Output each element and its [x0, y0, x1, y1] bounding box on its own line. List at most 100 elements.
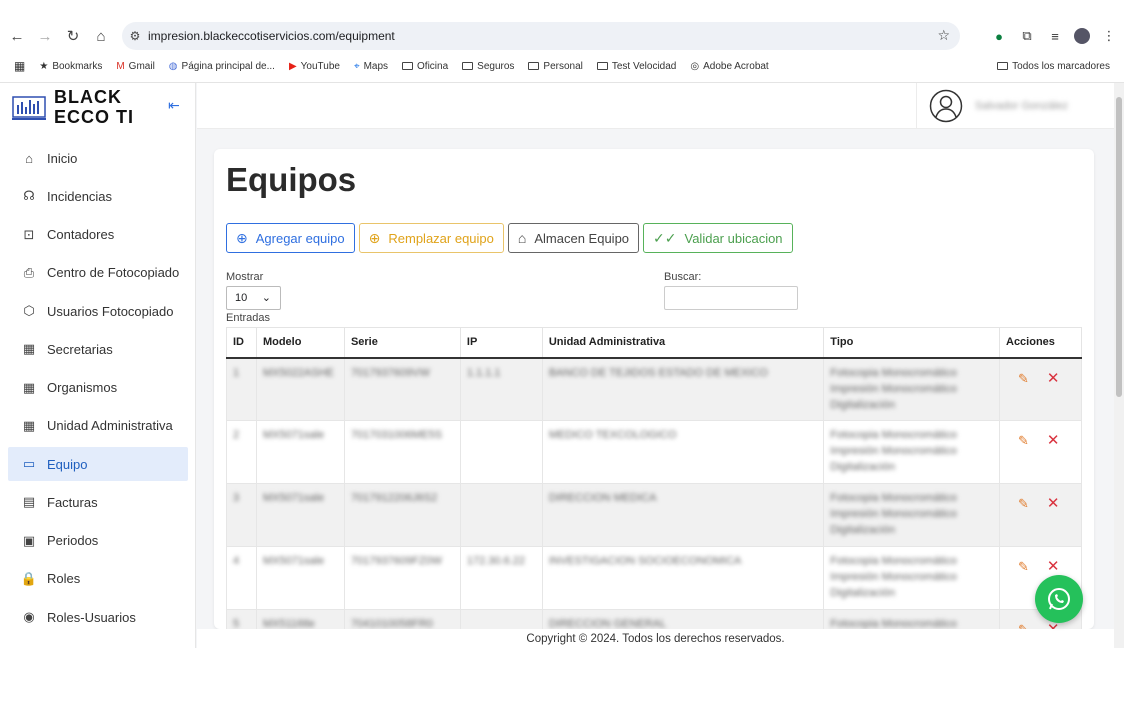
site-settings-icon[interactable]: ⚙: [122, 29, 148, 43]
cell-serie: 7017937609FZ0W: [350, 555, 443, 567]
cell-tipo: Digitalización: [830, 524, 896, 536]
menu-kebab-icon[interactable]: ⋮: [1100, 27, 1118, 45]
bookmark-item[interactable]: M Gmail: [116, 61, 154, 72]
folder-icon: [596, 62, 608, 70]
edit-icon[interactable]: ✎: [1018, 559, 1029, 574]
cell-unidad: DIRECCION GENERAL: [548, 618, 667, 629]
sidebar-item-facturas[interactable]: ▤ Facturas: [8, 485, 188, 519]
bookmark-item[interactable]: ▶ YouTube: [289, 61, 340, 72]
media-icon[interactable]: ≡: [1046, 27, 1064, 45]
sidebar-item-secretarias[interactable]: ▦ Secretarias: [8, 332, 188, 366]
whatsapp-button[interactable]: [1035, 575, 1083, 623]
bookmark-star-icon[interactable]: ☆: [937, 27, 950, 44]
sidebar-item-equipo[interactable]: ▭ Equipo: [8, 447, 188, 481]
sidebar-item-unidad-administrativa[interactable]: ▦ Unidad Administrativa: [8, 409, 188, 443]
bookmark-item[interactable]: Oficina: [402, 61, 448, 72]
edit-icon[interactable]: ✎: [1018, 622, 1029, 629]
replace-equipment-button[interactable]: ⊕ Remplazar equipo: [358, 223, 504, 253]
monitor-icon: ▭: [22, 456, 36, 471]
whatsapp-icon: [1048, 588, 1070, 610]
sidebar-item-roles[interactable]: 🔒 Roles: [8, 562, 188, 596]
cell-unidad: INVESTIGACION SOCIOECONOMICA: [548, 555, 742, 567]
all-bookmarks[interactable]: Todos los marcadores: [997, 61, 1110, 72]
equipment-card: Equipos ⊕ Agregar equipo ⊕ Remplazar equip…: [214, 149, 1094, 629]
cell-serie: 7017912206J6S2: [350, 492, 438, 504]
bookmark-item[interactable]: ◎ Adobe Acrobat: [690, 61, 768, 72]
url-text[interactable]: impresion.blackeccotiservicios.com/equip…: [148, 29, 395, 43]
sidebar-item-label: Centro de Fotocopiado: [47, 265, 180, 281]
printer-icon: ⎙: [23, 264, 35, 280]
brand-logo-icon: [12, 96, 46, 120]
collapse-sidebar-icon[interactable]: ⇤: [168, 97, 180, 114]
brand[interactable]: BLACK ECCO TI ⇤: [10, 87, 190, 127]
user-menu[interactable]: Salvador González: [916, 83, 1116, 129]
reload-icon[interactable]: ↻: [59, 22, 87, 50]
sidebar: BLACK ECCO TI ⇤ ⌂ Inicio ☊ Incidencias ⊡ Cont…: [0, 83, 196, 648]
bookmark-item[interactable]: ★ Bookmarks: [39, 61, 102, 72]
sidebar-menu: ⌂ Inicio ☊ Incidencias ⊡ Contadores ⎙ Centro de…: [8, 141, 188, 638]
search-input[interactable]: [664, 286, 798, 310]
sidebar-item-inicio[interactable]: ⌂ Inicio: [8, 141, 188, 175]
delete-icon[interactable]: ✕: [1047, 370, 1060, 387]
forward-icon[interactable]: →: [31, 22, 59, 50]
address-bar[interactable]: ⚙ impresion.blackeccotiservicios.com/equ…: [122, 22, 960, 50]
column-header[interactable]: IP: [459, 327, 543, 359]
validate-location-button[interactable]: ✓✓ Validar ubicacion: [643, 223, 793, 253]
column-header[interactable]: ID: [226, 327, 257, 359]
sidebar-item-label: Inicio: [47, 150, 78, 166]
sidebar-item-periodos[interactable]: ▣ Periodos: [8, 524, 188, 558]
home-browser-icon[interactable]: ⌂: [87, 22, 115, 50]
apps-grid-icon[interactable]: ▦: [14, 59, 25, 73]
extension-g-icon[interactable]: ●: [990, 27, 1008, 45]
headset-icon: ☊: [23, 188, 35, 204]
equipment-table: ID Modelo Serie IP Unidad Administrativa Tipo…: [226, 327, 1082, 629]
delete-icon[interactable]: ✕: [1047, 558, 1060, 575]
edit-icon[interactable]: ✎: [1018, 371, 1029, 386]
entries-select[interactable]: 10 ⌄: [226, 286, 281, 310]
column-header[interactable]: Modelo: [255, 327, 345, 359]
eye-icon: ◉: [23, 609, 35, 624]
folder-icon: [997, 62, 1009, 70]
user-avatar-icon[interactable]: [929, 89, 963, 123]
bookmark-item[interactable]: Test Velocidad: [596, 61, 676, 72]
sidebar-item-incidencias[interactable]: ☊ Incidencias: [8, 179, 188, 213]
counter-icon: ⊡: [23, 226, 35, 242]
cell-modelo: MX5071sale: [262, 492, 325, 504]
cell-tipo: Impresión Monocromático: [830, 508, 957, 520]
scrollbar-thumb[interactable]: [1116, 97, 1122, 397]
folder-icon: [462, 62, 474, 70]
sidebar-item-centro-de-fotocopiado[interactable]: ⎙ Centro de Fotocopiado: [8, 256, 188, 290]
table-row: 4 MX5071sale 7017937609FZ0W 172.30.6.22 INVE…: [226, 546, 1082, 610]
delete-icon[interactable]: ✕: [1047, 432, 1060, 449]
youtube-icon: ▶: [288, 60, 297, 72]
column-header[interactable]: Acciones: [999, 327, 1082, 359]
extensions-icon[interactable]: ⧉: [1018, 27, 1036, 45]
sidebar-item-label: Unidad Administrativa: [47, 418, 173, 434]
edit-icon[interactable]: ✎: [1018, 433, 1029, 448]
table-row: 1 MX5022ASHE 7017937609VW 1.1.1.1 BANCO DE T…: [226, 357, 1082, 421]
bookmark-item[interactable]: ⌖ Maps: [354, 61, 388, 72]
sidebar-item-usuarios-fotocopiado[interactable]: ⬡ Usuarios Fotocopiado: [8, 294, 188, 328]
profile-avatar-icon[interactable]: [1074, 28, 1090, 44]
add-equipment-button[interactable]: ⊕ Agregar equipo: [226, 223, 355, 253]
cell-id: 5: [233, 618, 240, 629]
plus-circle-icon: ⊕: [236, 229, 248, 246]
column-header[interactable]: Tipo: [823, 327, 1000, 359]
back-icon[interactable]: ←: [3, 22, 31, 50]
user-name[interactable]: Salvador González: [975, 100, 1068, 112]
bookmark-item[interactable]: Seguros: [462, 61, 514, 72]
warehouse-equipment-button[interactable]: ⌂ Almacen Equipo: [507, 223, 640, 253]
bookmark-item[interactable]: ◍ Página principal de...: [169, 61, 275, 72]
page-scrollbar[interactable]: [1114, 83, 1124, 648]
delete-icon[interactable]: ✕: [1047, 495, 1060, 512]
sidebar-item-roles-usuarios[interactable]: ◉ Roles-Usuarios: [8, 600, 188, 634]
show-label: Mostrar: [226, 271, 264, 283]
column-header[interactable]: Unidad Administrativa: [541, 327, 825, 359]
bookmark-item[interactable]: Personal: [528, 61, 583, 72]
cell-ip: 172.30.6.22: [466, 555, 526, 567]
sidebar-item-organismos[interactable]: ▦ Organismos: [8, 371, 188, 405]
cell-tipo: Fotocopia Monocromático: [830, 429, 957, 441]
column-header[interactable]: Serie: [343, 327, 461, 359]
edit-icon[interactable]: ✎: [1018, 496, 1029, 511]
sidebar-item-contadores[interactable]: ⊡ Contadores: [8, 218, 188, 252]
